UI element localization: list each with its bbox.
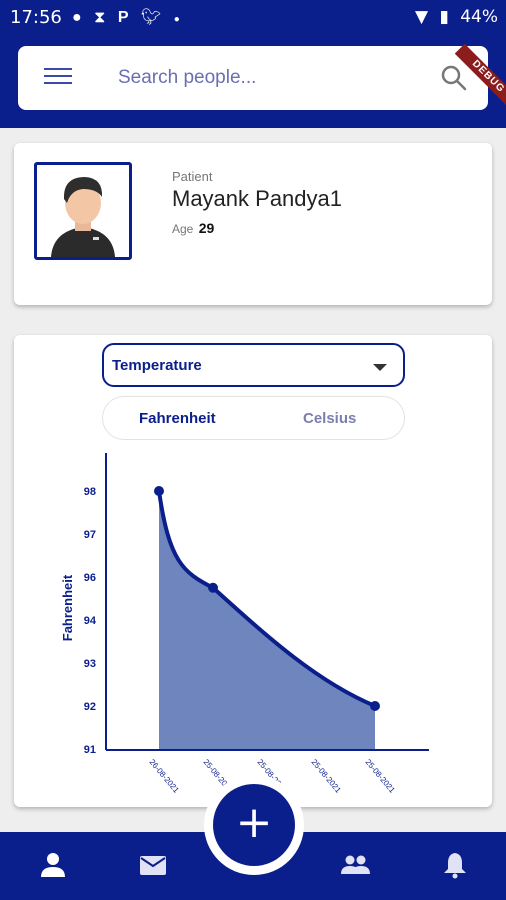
patient-card[interactable]: Patient Mayank Pandya1 Age 29: [14, 143, 492, 305]
battery-icon: ▮: [439, 7, 449, 27]
temperature-chart: Fahrenheit 91 92 93 94 96 97 98 26-08-2021 25-08-…: [60, 453, 429, 796]
y-tick-label: 92: [84, 701, 96, 713]
chart-area: [159, 491, 375, 750]
hourglass-icon: ⧗: [94, 9, 106, 26]
dot-icon: ●: [173, 14, 180, 25]
unit-celsius-option[interactable]: Celsius: [303, 410, 356, 427]
x-tick-label: 25-08-2021: [363, 758, 397, 796]
status-time: 17:56: [10, 7, 62, 28]
add-fab-button[interactable]: +: [213, 784, 295, 866]
avatar-icon: [37, 165, 129, 257]
age-label: Age: [172, 222, 194, 236]
patient-avatar: [34, 162, 132, 260]
group-icon[interactable]: [340, 850, 370, 880]
status-right: ▼ ▮ 44%: [409, 7, 498, 27]
p-app-icon: P: [117, 9, 129, 26]
y-tick-label: 97: [84, 529, 96, 541]
age-row: Age 29: [172, 220, 214, 236]
plus-icon: +: [235, 797, 273, 848]
dropdown-caret-icon: [373, 364, 387, 371]
data-point: [208, 582, 218, 593]
y-tick-label: 96: [84, 572, 96, 584]
data-point: [370, 701, 380, 711]
unit-toggle: Fahrenheit Celsius: [102, 396, 405, 440]
metric-dropdown-value: Temperature: [112, 357, 202, 374]
app-bar: DEBUG: [0, 34, 506, 128]
twitter-icon: 🐦︎: [140, 9, 162, 26]
wifi-icon: ▼: [414, 7, 429, 27]
metric-dropdown[interactable]: Temperature: [102, 343, 405, 387]
age-value: 29: [198, 220, 215, 236]
vitals-card: Temperature Fahrenheit Celsius Fahrenhei…: [14, 335, 492, 807]
patient-label: Patient: [172, 169, 213, 184]
circle-notification-icon: ●: [72, 9, 82, 26]
battery-level: 44%: [460, 7, 498, 27]
mail-icon[interactable]: [138, 850, 168, 880]
y-axis-label: Fahrenheit: [60, 574, 75, 641]
search-icon[interactable]: [440, 64, 468, 92]
search-bar: [18, 46, 488, 110]
data-point: [154, 486, 164, 496]
status-bar: 17:56 ● ⧗ P 🐦︎ ● ▼ ▮ 44%: [0, 0, 506, 34]
y-tick-label: 98: [84, 486, 96, 498]
y-tick-label: 93: [84, 658, 96, 670]
profile-icon[interactable]: [38, 850, 68, 880]
search-input[interactable]: [118, 62, 418, 94]
bell-icon[interactable]: [440, 850, 470, 880]
y-tick-label: 94: [84, 615, 97, 627]
unit-fahrenheit-option[interactable]: Fahrenheit: [139, 410, 216, 427]
patient-name: Mayank Pandya1: [172, 186, 342, 211]
notification-icons: ● ⧗ P 🐦︎ ●: [72, 7, 188, 27]
menu-icon[interactable]: [44, 68, 72, 88]
x-tick-label: 25-08-2021: [309, 758, 343, 796]
x-tick-label: 26-08-2021: [147, 758, 181, 796]
y-tick-label: 91: [84, 744, 96, 756]
